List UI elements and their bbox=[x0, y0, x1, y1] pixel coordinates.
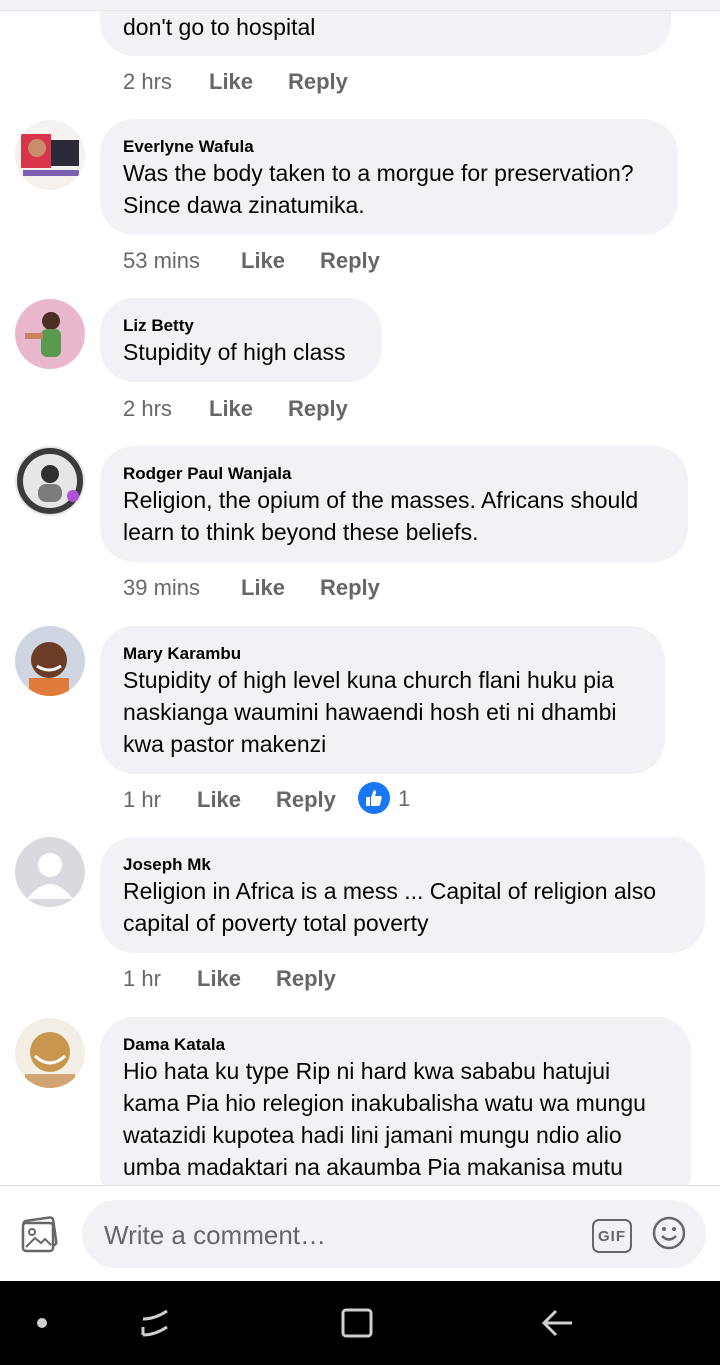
like-link[interactable]: Like bbox=[209, 396, 253, 422]
commenter-name[interactable]: Everlyne Wafula bbox=[123, 137, 254, 157]
comment-text-line: umba madaktari na akaumba Pia makanisa m… bbox=[123, 1154, 623, 1180]
comment-bubble: Everlyne Wafula Was the body taken to a … bbox=[100, 119, 678, 235]
nav-back-icon[interactable] bbox=[538, 1303, 578, 1343]
comment-text-line: capital of poverty total poverty bbox=[123, 910, 429, 936]
nav-recents-icon[interactable] bbox=[135, 1303, 175, 1343]
comment-text-line: don't go to hospital bbox=[123, 14, 316, 40]
avatar[interactable] bbox=[15, 120, 85, 190]
comment-bubble: Joseph Mk Religion in Africa is a mess .… bbox=[100, 837, 705, 953]
top-divider bbox=[0, 0, 720, 11]
comment-bubble: Rodger Paul Wanjala Religion, the opium … bbox=[100, 446, 688, 562]
like-link[interactable]: Like bbox=[197, 787, 241, 813]
reply-link[interactable]: Reply bbox=[288, 69, 348, 95]
comment-bubble: Dama Katala Hio hata ku type Rip ni hard… bbox=[100, 1017, 691, 1185]
comment-actions: 53 mins Like Reply bbox=[123, 248, 443, 278]
comment-text-line: learn to think beyond these beliefs. bbox=[123, 519, 479, 545]
comment-actions: 1 hr Like Reply bbox=[123, 787, 443, 817]
commenter-name[interactable]: Joseph Mk bbox=[123, 855, 211, 875]
like-link[interactable]: Like bbox=[197, 966, 241, 992]
comment-text-line: kama Pia hio relegion inakubalisha watu … bbox=[123, 1090, 646, 1116]
comment-time: 53 mins bbox=[123, 248, 201, 273]
commenter-name[interactable]: Liz Betty bbox=[123, 316, 194, 336]
avatar[interactable] bbox=[15, 626, 85, 696]
comment-actions: 39 mins Like Reply bbox=[123, 575, 443, 605]
like-link[interactable]: Like bbox=[241, 248, 285, 274]
nav-dot-icon[interactable] bbox=[22, 1303, 62, 1343]
reply-link[interactable]: Reply bbox=[320, 248, 380, 274]
comment-input-container: GIF bbox=[82, 1200, 706, 1268]
comment-text-line: kwa pastor makenzi bbox=[123, 731, 327, 757]
reaction-count[interactable]: 1 bbox=[398, 786, 428, 816]
reply-link[interactable]: Reply bbox=[288, 396, 348, 422]
comment-bubble: don't go to hospital bbox=[100, 11, 671, 56]
comment-text-line: naskianga waumini hawaendi hosh eti ni d… bbox=[123, 699, 617, 725]
commenter-name[interactable]: Rodger Paul Wanjala bbox=[123, 464, 291, 484]
avatar[interactable] bbox=[15, 1018, 85, 1088]
comments-list[interactable]: don't go to hospital 2 hrs Like Reply Ev… bbox=[0, 11, 720, 1185]
comment-text-line: Was the body taken to a morgue for prese… bbox=[123, 160, 634, 186]
comment-time: 1 hr bbox=[123, 966, 161, 991]
comment-bubble: Liz Betty Stupidity of high class bbox=[100, 298, 382, 382]
comment-actions: 2 hrs Like Reply bbox=[123, 396, 423, 426]
reply-link[interactable]: Reply bbox=[276, 787, 336, 813]
comment-actions: 2 hrs Like Reply bbox=[123, 69, 423, 99]
emoji-icon[interactable] bbox=[652, 1216, 686, 1250]
commenter-name[interactable]: Mary Karambu bbox=[123, 644, 241, 664]
comment-text-line: Stupidity of high level kuna church flan… bbox=[123, 667, 614, 693]
comment-time: 39 mins bbox=[123, 575, 201, 600]
comment-actions: 1 hr Like Reply bbox=[123, 966, 423, 996]
avatar[interactable] bbox=[15, 837, 85, 907]
avatar[interactable] bbox=[15, 446, 85, 516]
comment-text-line: Stupidity of high class bbox=[123, 339, 346, 365]
photo-icon[interactable] bbox=[20, 1214, 60, 1254]
comment-time: 2 hrs bbox=[123, 69, 172, 94]
comment-composer: GIF bbox=[0, 1185, 720, 1282]
comment-text-line: Religion in Africa is a mess ... Capital… bbox=[123, 878, 657, 904]
gif-icon[interactable]: GIF bbox=[592, 1219, 632, 1253]
reply-link[interactable]: Reply bbox=[276, 966, 336, 992]
comment-text-line: watazidi kupotea hadi lini jamani mungu … bbox=[123, 1122, 622, 1148]
comment-input[interactable] bbox=[102, 1214, 566, 1256]
system-nav-bar bbox=[0, 1281, 720, 1365]
comment-time: 2 hrs bbox=[123, 396, 172, 421]
like-reaction-icon[interactable] bbox=[358, 782, 390, 814]
like-link[interactable]: Like bbox=[241, 575, 285, 601]
comment-time: 1 hr bbox=[123, 787, 161, 812]
reply-link[interactable]: Reply bbox=[320, 575, 380, 601]
comment-bubble: Mary Karambu Stupidity of high level kun… bbox=[100, 626, 665, 774]
like-link[interactable]: Like bbox=[209, 69, 253, 95]
commenter-name[interactable]: Dama Katala bbox=[123, 1035, 225, 1055]
comment-text-line: Since dawa zinatumika. bbox=[123, 192, 365, 218]
comment-text-line: Hio hata ku type Rip ni hard kwa sababu … bbox=[123, 1058, 611, 1084]
avatar[interactable] bbox=[15, 299, 85, 369]
nav-home-icon[interactable] bbox=[337, 1303, 377, 1343]
comment-text-line: Religion, the opium of the masses. Afric… bbox=[123, 487, 639, 513]
